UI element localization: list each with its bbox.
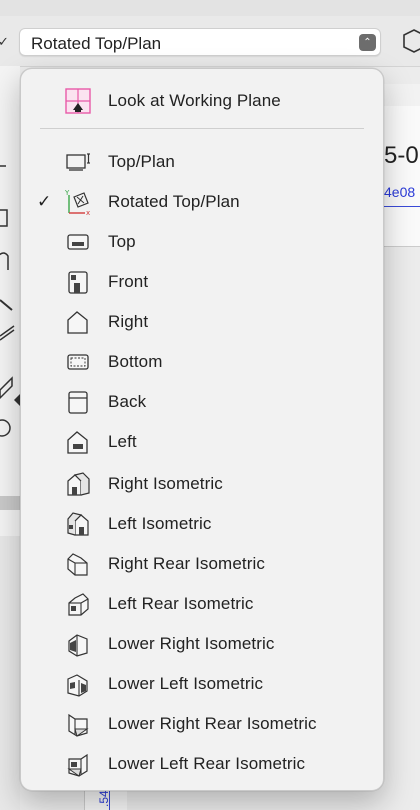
menu-item-top-plan[interactable]: Top/Plan — [21, 144, 383, 180]
menu-item-label: Front — [108, 272, 149, 291]
menu-item-bottom[interactable]: Bottom — [21, 344, 383, 380]
top-toolbar: ✓ Rotated Top/Plan ⌃ — [0, 0, 420, 67]
menu-item-right-rear-isometric[interactable]: Right Rear Isometric — [21, 546, 383, 582]
hexagon-icon[interactable] — [398, 26, 420, 56]
menu-item-lower-right-rear-isometric[interactable]: Lower Right Rear Isometric — [21, 706, 383, 742]
svg-text:Y: Y — [65, 189, 70, 197]
menu-item-look-at-working-plane[interactable]: Look at Working Plane — [21, 83, 383, 119]
menu-item-label: Left — [108, 432, 137, 451]
menu-item-label: Right Rear Isometric — [108, 554, 265, 573]
menu-item-label: Top — [108, 232, 136, 251]
svg-text:x: x — [86, 209, 90, 215]
toolbar-shade — [0, 0, 420, 16]
ruler-label: 4e08 — [384, 184, 416, 200]
menu-item-label: Lower Right Isometric — [108, 634, 275, 653]
menu-item-top[interactable]: Top — [21, 224, 383, 260]
lower-right-rear-isometric-icon — [68, 713, 89, 737]
menu-item-front[interactable]: Front — [21, 264, 383, 300]
menu-item-right[interactable]: Right — [21, 304, 383, 340]
menu-item-label: Lower Left Rear Isometric — [108, 754, 306, 773]
menu-item-label: Right Isometric — [108, 474, 223, 493]
menu-item-label: Look at Working Plane — [108, 91, 281, 110]
left-isometric-icon — [67, 512, 89, 536]
menu-item-left[interactable]: Left — [21, 424, 383, 460]
lower-left-rear-isometric-icon — [67, 753, 88, 777]
back-view-icon — [68, 391, 88, 414]
menu-item-label: Rotated Top/Plan — [108, 192, 240, 211]
menu-item-right-isometric[interactable]: Right Isometric — [21, 466, 383, 502]
menu-item-label: Back — [108, 392, 147, 411]
top-view-icon — [67, 234, 89, 250]
menu-item-left-rear-isometric[interactable]: Left Rear Isometric — [21, 586, 383, 622]
palette-lower-area — [0, 536, 20, 810]
menu-item-label: Top/Plan — [108, 152, 175, 171]
right-rear-isometric-icon — [67, 553, 88, 576]
check-mark-icon: ✓ — [37, 192, 52, 211]
lower-left-isometric-icon — [67, 674, 88, 697]
menu-item-label: Left Rear Isometric — [108, 594, 254, 613]
chevron-updown-icon: ⌃ — [359, 34, 376, 51]
front-view-icon — [68, 271, 88, 294]
menu-item-left-isometric[interactable]: Left Isometric — [21, 506, 383, 542]
menu-item-label: Right — [108, 312, 149, 331]
left-rear-isometric-icon — [68, 593, 89, 616]
rotated-top-plan-icon: Y x — [65, 189, 90, 215]
ruler-line — [384, 206, 420, 207]
view-select-value: Rotated Top/Plan — [31, 34, 162, 53]
menu-item-lower-left-rear-isometric[interactable]: Lower Left Rear Isometric — [21, 746, 383, 782]
right-info-panel: 5-0 4e08 — [384, 106, 420, 247]
right-view-icon — [67, 311, 88, 334]
chevron-down-icon[interactable]: ✓ — [0, 34, 9, 50]
top-plan-icon — [66, 153, 90, 171]
lower-right-isometric-icon — [68, 634, 88, 657]
menu-item-back[interactable]: Back — [21, 384, 383, 420]
menu-divider — [40, 128, 364, 129]
menu-item-rotated-top-plan[interactable]: ✓ Y x Rotated Top/Plan — [21, 184, 383, 220]
menu-item-label: Lower Left Isometric — [108, 674, 264, 693]
view-select[interactable]: Rotated Top/Plan ⌃ — [19, 28, 381, 56]
menu-item-label: Left Isometric — [108, 514, 212, 533]
bottom-view-icon — [67, 354, 89, 370]
left-view-icon — [67, 431, 88, 454]
tool-palette-icons[interactable] — [0, 150, 20, 450]
menu-item-label: Bottom — [108, 352, 163, 371]
menu-item-label: Lower Right Rear Isometric — [108, 714, 317, 733]
menu-item-lower-right-isometric[interactable]: Lower Right Isometric — [21, 626, 383, 662]
right-isometric-icon — [67, 472, 90, 496]
working-plane-icon — [65, 88, 91, 114]
menu-item-lower-left-isometric[interactable]: Lower Left Isometric — [21, 666, 383, 702]
dimension-value: 5-0 — [384, 142, 419, 169]
palette-separator — [0, 496, 20, 510]
standard-views-menu: Look at Working Plane Top/Plan ✓ Y x Rot… — [20, 68, 384, 791]
